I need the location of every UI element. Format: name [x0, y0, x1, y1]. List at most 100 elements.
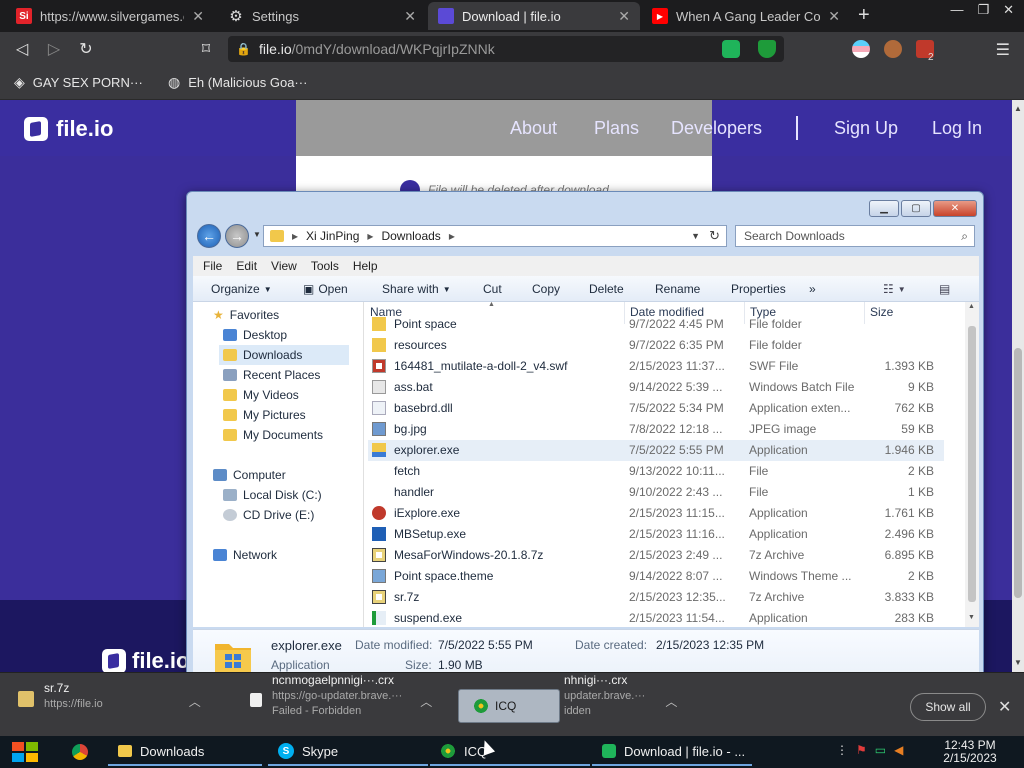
copy-button[interactable]: Copy — [532, 282, 560, 296]
cut-button[interactable]: Cut — [483, 282, 502, 296]
close-window-icon[interactable]: ✕ — [1003, 2, 1014, 18]
scroll-down-icon[interactable]: ▼ — [1014, 658, 1022, 667]
share-with-button[interactable]: Share with ▼ — [382, 282, 451, 296]
network-tray-icon[interactable]: ▭ — [875, 743, 886, 757]
volume-icon[interactable]: ◀ — [894, 743, 903, 757]
profile-flag-icon[interactable] — [852, 40, 870, 58]
close-icon[interactable]: ✕ — [828, 8, 840, 25]
file-row[interactable]: ass.bat 9/14/2022 5:39 ... Windows Batch F… — [368, 377, 944, 398]
avatar-icon[interactable] — [884, 40, 902, 58]
explorer-search-input[interactable]: Search Downloads ⌕ — [735, 225, 975, 247]
menu-tools[interactable]: Tools — [305, 259, 347, 273]
breadcrumb-downloads[interactable]: Downloads — [381, 229, 440, 243]
menu-view[interactable]: View — [265, 259, 305, 273]
preview-pane-icon[interactable]: ▤ — [939, 282, 950, 296]
tab-settings[interactable]: ⚙ Settings ✕ — [218, 2, 426, 30]
file-row[interactable]: MBSetup.exe 2/15/2023 11:16... Application… — [368, 524, 944, 545]
view-options-icon[interactable]: ☷ ▼ — [883, 282, 906, 296]
nav-network[interactable]: Network — [213, 545, 277, 565]
taskbar-skype[interactable]: S Skype — [268, 738, 428, 766]
nav-plans[interactable]: Plans — [594, 118, 639, 139]
close-icon[interactable]: ✕ — [618, 8, 630, 25]
bookmark-item[interactable]: ◈ GAY SEX PORN··· — [14, 74, 143, 91]
windows-start-icon[interactable] — [10, 740, 40, 764]
show-all-button[interactable]: Show all — [910, 693, 986, 721]
new-tab-icon[interactable]: + — [858, 4, 870, 27]
scroll-down-icon[interactable]: ▼ — [968, 614, 975, 621]
file-row[interactable]: Point space.theme 9/14/2022 8:07 ... Windo… — [368, 566, 944, 587]
chevron-up-icon[interactable]: ︿ — [665, 693, 677, 710]
nav-cd-drive[interactable]: CD Drive (E:) — [223, 505, 314, 525]
organize-button[interactable]: Organize ▼ — [211, 282, 272, 296]
nav-my-documents[interactable]: My Documents — [223, 425, 323, 445]
file-row[interactable]: 164481_mutilate-a-doll-2_v4.swf 2/15/2023… — [368, 356, 944, 377]
back-icon[interactable]: ◁ — [12, 39, 32, 59]
file-row[interactable]: bg.jpg 7/8/2022 12:18 ... JPEG image 59 KB — [368, 419, 944, 440]
menu-edit[interactable]: Edit — [230, 259, 265, 273]
file-row[interactable]: fetch 9/13/2022 10:11... File 2 KB — [368, 461, 944, 482]
nav-my-videos[interactable]: My Videos — [223, 385, 299, 405]
nav-my-pictures[interactable]: My Pictures — [223, 405, 306, 425]
nav-desktop[interactable]: Desktop — [223, 325, 287, 345]
history-dropdown-icon[interactable]: ▼ — [253, 230, 261, 239]
nav-recent-places[interactable]: Recent Places — [223, 365, 320, 385]
forward-arrow-icon[interactable]: → — [225, 224, 249, 248]
nav-computer[interactable]: Computer — [213, 465, 286, 485]
close-icon[interactable]: ✕ — [404, 8, 416, 25]
nav-downloads[interactable]: Downloads — [219, 345, 349, 365]
chevron-up-icon[interactable]: ︿ — [420, 693, 432, 710]
clock[interactable]: 12:43 PM 2/15/2023 — [940, 739, 1000, 765]
tab-silvergames[interactable]: Si https://www.silvergames.cc ✕ — [6, 2, 214, 30]
extension-green-icon[interactable] — [722, 40, 740, 58]
file-row[interactable]: Point space 9/7/2022 4:45 PM File folder — [368, 314, 944, 335]
file-row[interactable]: resources 9/7/2022 6:35 PM File folder — [368, 335, 944, 356]
nav-sign-up[interactable]: Sign Up — [834, 118, 898, 139]
file-row[interactable]: suspend.exe 2/15/2023 11:54... Application… — [368, 608, 944, 627]
file-row[interactable]: MesaForWindows-20.1.8.7z 2/15/2023 2:49 .… — [368, 545, 944, 566]
file-row[interactable]: basebrd.dll 7/5/2022 5:34 PM Application e… — [368, 398, 944, 419]
nav-log-in[interactable]: Log In — [932, 118, 982, 139]
shield-icon[interactable] — [758, 40, 776, 58]
rename-button[interactable]: Rename — [655, 282, 700, 296]
explorer-close-icon[interactable]: ✕ — [933, 200, 977, 217]
delete-button[interactable]: Delete — [589, 282, 624, 296]
file-row[interactable]: handler 9/10/2022 2:43 ... File 1 KB — [368, 482, 944, 503]
close-icon[interactable]: ✕ — [192, 8, 204, 25]
address-dropdown-icon[interactable]: ▼ — [691, 231, 700, 241]
download-item-sr7z[interactable]: sr.7z https://file.io ︿ — [18, 681, 201, 729]
tab-download-fileio[interactable]: Download | file.io ✕ — [428, 2, 640, 30]
bookmark-item[interactable]: ◍ Eh (Malicious Goa··· — [168, 74, 307, 91]
download-item-crx[interactable]: ncnmogaelpnnigi···.crx https://go-update… — [250, 673, 432, 721]
back-arrow-icon[interactable]: ← — [197, 224, 221, 248]
menu-help[interactable]: Help — [347, 259, 386, 273]
properties-button[interactable]: Properties — [731, 282, 786, 296]
explorer-address-box[interactable]: ▸ Xi JinPing ▸ Downloads ▸ ▼ ↻ — [263, 225, 727, 247]
address-bar[interactable]: 🔒 file.io/0mdY/download/WKPqjrIpZNNk — [228, 36, 784, 62]
nav-developers[interactable]: Developers — [671, 118, 762, 139]
menu-file[interactable]: File — [197, 259, 230, 273]
taskbar-browser[interactable]: Download | file.io - ... — [592, 738, 752, 766]
open-button[interactable]: ▣ Open — [303, 282, 348, 296]
bookmark-icon[interactable]: ⌑ — [196, 39, 216, 59]
close-shelf-icon[interactable]: ✕ — [998, 697, 1011, 717]
icq-taskbar-preview[interactable]: ICQ — [458, 689, 560, 723]
page-scroll-thumb[interactable] — [1014, 348, 1022, 598]
chrome-icon[interactable] — [72, 744, 88, 760]
nav-favorites[interactable]: ★ Favorites — [213, 305, 279, 325]
menu-icon[interactable]: ☰ — [996, 40, 1010, 60]
tab-youtube[interactable]: ▶ When A Gang Leader Conf ✕ — [642, 2, 850, 30]
forward-icon[interactable]: ▷ — [44, 39, 64, 59]
file-row[interactable]: sr.7z 2/15/2023 12:35... 7z Archive 3.833 K… — [368, 587, 944, 608]
chevron-up-icon[interactable]: ︿ — [189, 693, 201, 710]
file-row[interactable]: iExplore.exe 2/15/2023 11:15... Applicatio… — [368, 503, 944, 524]
file-row[interactable]: explorer.exe 7/5/2022 5:55 PM Application 1… — [368, 440, 944, 461]
taskbar-downloads[interactable]: Downloads — [108, 738, 262, 766]
scroll-up-icon[interactable]: ▲ — [1014, 104, 1022, 113]
taskbar-icq[interactable]: ICQ — [430, 738, 590, 766]
reload-icon[interactable]: ↻ — [76, 39, 96, 59]
file-list-scroll-thumb[interactable] — [968, 326, 976, 602]
download-item-crx-2[interactable]: nhnigi···.crx updater.brave.··· idden ︿ — [564, 673, 677, 721]
tray-overflow-icon[interactable]: ⋮ — [836, 743, 848, 757]
search-icon[interactable]: ⌕ — [961, 229, 968, 244]
breadcrumb-user[interactable]: Xi JinPing — [306, 229, 359, 243]
